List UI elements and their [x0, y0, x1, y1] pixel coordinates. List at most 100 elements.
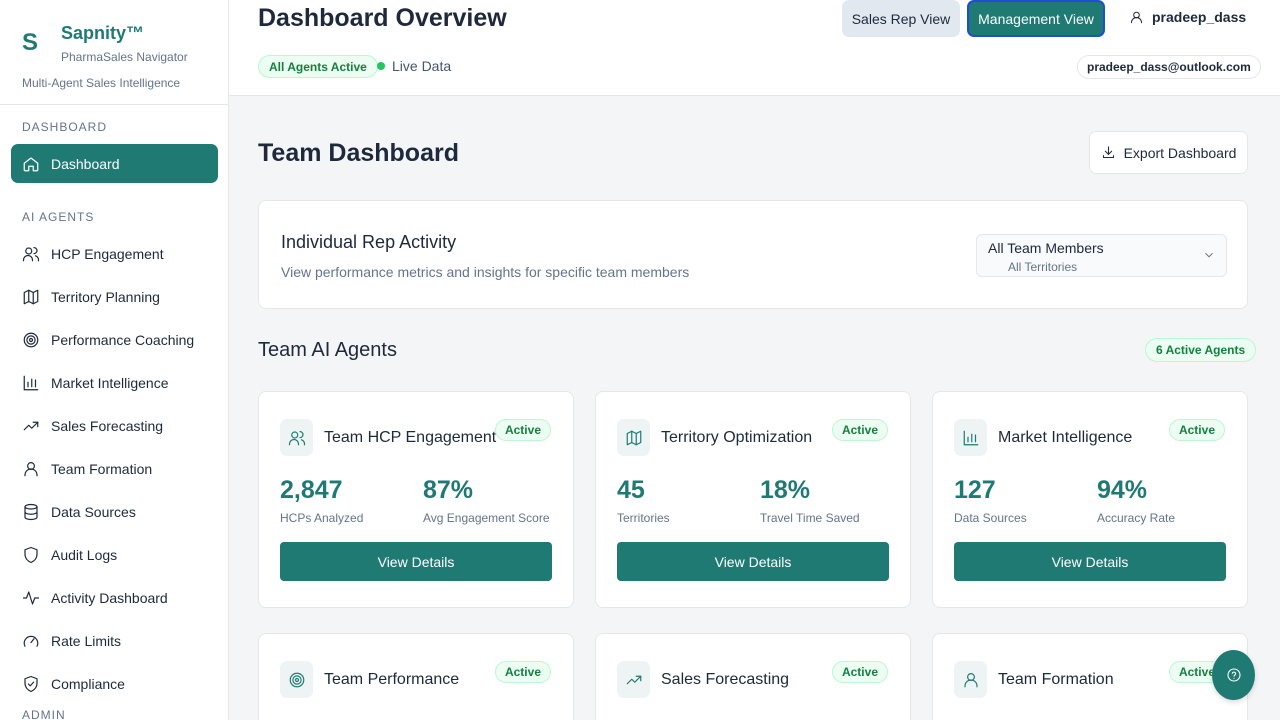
- target-icon: [280, 661, 313, 698]
- sidebar-item-label: Compliance: [51, 675, 125, 692]
- target-icon: [22, 331, 40, 349]
- sidebar-item-rate-limits[interactable]: Rate Limits: [11, 621, 218, 660]
- sales-rep-view-button[interactable]: Sales Rep View: [842, 0, 960, 37]
- agent-status-badge: Active: [494, 661, 551, 683]
- team-dashboard-title: Team Dashboard: [258, 139, 459, 167]
- email-badge: pradeep_dass@outlook.com: [1077, 55, 1261, 79]
- sidebar-item-team-formation[interactable]: Team Formation: [11, 449, 218, 488]
- view-details-button[interactable]: View Details: [280, 542, 552, 581]
- gauge-icon: [22, 632, 40, 650]
- shield-icon: [22, 546, 40, 564]
- help-button[interactable]: [1212, 650, 1255, 700]
- agent-card-team-performance: Team Performance Active: [258, 633, 574, 720]
- metric-label: Accuracy Rate: [1097, 511, 1176, 525]
- status-badge: All Agents Active: [258, 55, 378, 78]
- agent-name: Market Intelligence: [998, 429, 1133, 446]
- export-label: Export Dashboard: [1123, 144, 1237, 161]
- team-member-select[interactable]: All Team Members All Territories: [976, 234, 1227, 277]
- metric-label: Territories: [617, 511, 670, 525]
- agent-card-territory-optimization: Territory Optimization Active 45 Territo…: [595, 391, 911, 608]
- sidebar-item-label: Team Formation: [51, 460, 153, 477]
- sidebar-item-sales-forecasting[interactable]: Sales Forecasting: [11, 406, 218, 445]
- brand-tagline: Multi-Agent Sales Intelligence: [22, 76, 181, 90]
- brand[interactable]: S Sapnity™ PharmaSales Navigator: [22, 22, 188, 64]
- view-details-button[interactable]: View Details: [954, 542, 1226, 581]
- management-view-button[interactable]: Management View: [967, 0, 1105, 37]
- download-icon: [1102, 146, 1114, 159]
- export-dashboard-button[interactable]: Export Dashboard: [1089, 131, 1248, 174]
- section-label-admin: ADMIN: [22, 708, 66, 720]
- metric: 2,847 HCPs Analyzed: [280, 476, 363, 525]
- user-icon: [954, 661, 987, 698]
- sidebar-item-performance-coaching[interactable]: Performance Coaching: [11, 320, 218, 359]
- metric-label: Avg Engagement Score: [423, 511, 550, 525]
- view-details-button[interactable]: View Details: [617, 542, 889, 581]
- metric-value: 87%: [423, 476, 474, 504]
- live-dot-icon: [377, 62, 385, 70]
- metric-label: HCPs Analyzed: [280, 511, 364, 525]
- metric: 45 Territories: [617, 476, 670, 525]
- agents-count-badge: 6 Active Agents: [1145, 338, 1257, 362]
- sidebar-item-label: Sales Forecasting: [51, 417, 164, 434]
- rep-activity-description: View performance metrics and insights fo…: [281, 264, 690, 280]
- metric-value: 127: [954, 476, 996, 504]
- header: Dashboard Overview All Agents Active Liv…: [229, 0, 1280, 96]
- select-subvalue: All Territories: [1008, 260, 1078, 274]
- agent-status-badge: Active: [1168, 419, 1225, 441]
- agent-status-badge: Active: [494, 419, 551, 441]
- sidebar-item-activity-dashboard[interactable]: Activity Dashboard: [11, 578, 218, 617]
- sidebar-item-label: Rate Limits: [51, 632, 122, 649]
- user-menu[interactable]: pradeep_dass: [1129, 9, 1246, 25]
- metric: 87% Avg Engagement Score: [423, 476, 550, 525]
- metric: 94% Accuracy Rate: [1097, 476, 1175, 525]
- home-icon: [22, 155, 40, 173]
- brand-logo: S: [22, 29, 39, 56]
- metric-value: 45: [617, 476, 645, 504]
- sidebar-item-label: Activity Dashboard: [51, 589, 168, 606]
- sidebar-item-audit-logs[interactable]: Audit Logs: [11, 535, 218, 574]
- agent-status-badge: Active: [831, 419, 888, 441]
- sidebar-item-hcp-engagement[interactable]: HCP Engagement: [11, 234, 218, 273]
- database-icon: [22, 503, 40, 521]
- username: pradeep_dass: [1152, 9, 1247, 25]
- sidebar-item-label: Territory Planning: [51, 288, 160, 305]
- sidebar-divider: [0, 104, 228, 105]
- rep-activity-title: Individual Rep Activity: [281, 232, 457, 252]
- metric: 127 Data Sources: [954, 476, 1027, 525]
- agent-name: Team Formation: [998, 671, 1114, 688]
- sidebar-item-label: Performance Coaching: [51, 331, 195, 348]
- sidebar-item-territory-planning[interactable]: Territory Planning: [11, 277, 218, 316]
- help-circle-icon: [1226, 668, 1241, 682]
- live-label: Live Data: [392, 58, 452, 74]
- section-label-ai-agents: AI AGENTS: [22, 210, 95, 224]
- sidebar-item-data-sources[interactable]: Data Sources: [11, 492, 218, 531]
- sidebar-item-label: Audit Logs: [51, 546, 118, 563]
- sidebar-item-label: Data Sources: [51, 503, 136, 520]
- agent-name: Sales Forecasting: [661, 671, 790, 688]
- user-icon: [1131, 11, 1142, 23]
- agent-card-team-formation: Team Formation Active: [932, 633, 1248, 720]
- metric-label: Data Sources: [954, 511, 1027, 525]
- sidebar-item-compliance[interactable]: Compliance: [11, 664, 218, 703]
- agent-name: Team Performance: [324, 671, 460, 688]
- main-content: Team Dashboard Export Dashboard Individu…: [229, 97, 1280, 720]
- sidebar-item-market-intelligence[interactable]: Market Intelligence: [11, 363, 218, 402]
- metric-label: Travel Time Saved: [760, 511, 860, 525]
- users-icon: [22, 245, 40, 263]
- agent-card-sales-forecasting: Sales Forecasting Active: [595, 633, 911, 720]
- trending-up-icon: [22, 417, 40, 435]
- agent-card-market-intelligence: Market Intelligence Active 127 Data Sour…: [932, 391, 1248, 608]
- sidebar-item-label: Dashboard: [51, 155, 120, 172]
- metric-value: 94%: [1097, 476, 1148, 504]
- bar-chart-icon: [954, 419, 987, 456]
- sidebar-item-label: Market Intelligence: [51, 374, 169, 391]
- sidebar-item-dashboard[interactable]: Dashboard: [11, 144, 218, 183]
- metric-value: 2,847: [280, 476, 343, 504]
- map-icon: [22, 288, 40, 306]
- chevron-down-icon: [1202, 248, 1216, 262]
- section-label-dashboard: DASHBOARD: [22, 120, 108, 134]
- agents-section-title: Team AI Agents: [258, 339, 397, 361]
- brand-name: Sapnity™: [61, 23, 145, 43]
- agent-status-badge: Active: [831, 661, 888, 683]
- brand-subtitle: PharmaSales Navigator: [61, 50, 188, 64]
